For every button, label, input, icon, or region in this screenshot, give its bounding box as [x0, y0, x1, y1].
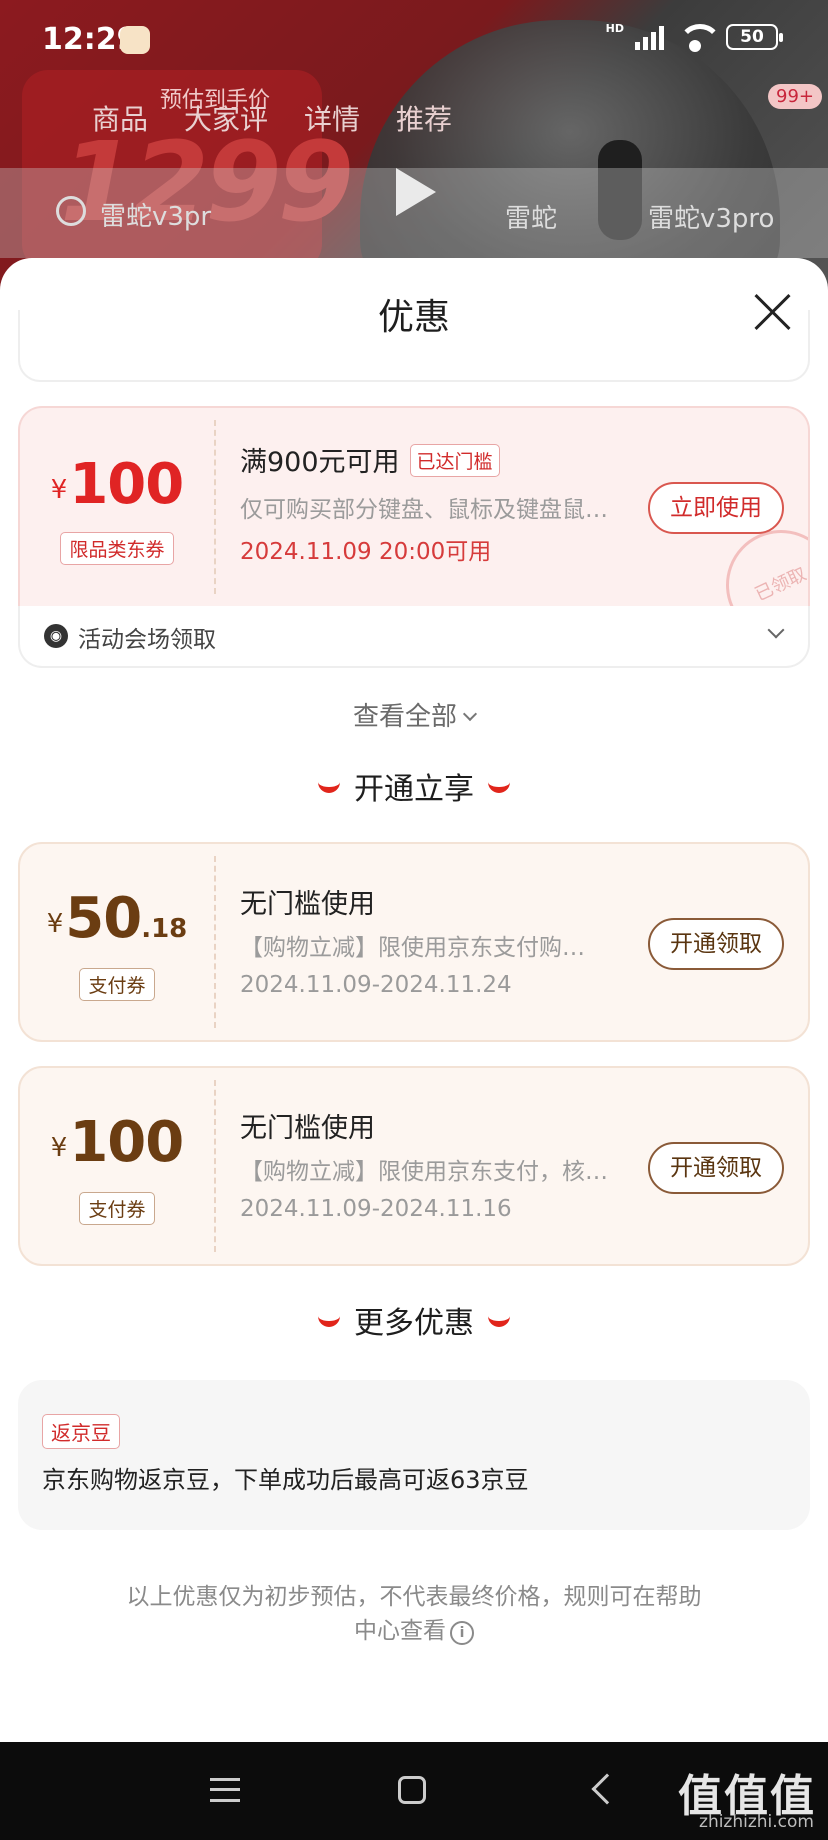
threshold-reached-tag: 已达门槛 — [409, 444, 500, 477]
previous-coupon-card-edge — [18, 310, 810, 382]
coupon-title: 满900元可用 — [240, 447, 400, 478]
smile-icon — [318, 1315, 340, 1327]
jingdou-rebate-card: 返京豆 京东购物返京豆，下单成功后最高可返63京豆 — [18, 1380, 810, 1530]
currency-symbol: ¥ — [46, 908, 64, 939]
use-now-button[interactable]: 立即使用 — [648, 482, 784, 534]
coupon-footer[interactable]: ◉ 活动会场领取 — [18, 606, 810, 668]
coupon-divider — [214, 856, 216, 1028]
coupon-divider — [214, 420, 216, 594]
coupon-amount: ¥100 — [20, 1110, 214, 1175]
section-open-header: 开通立享 — [0, 764, 828, 808]
payment-coupon-card: ¥100 支付券 无门槛使用 【购物立减】限使用京东支付，核销时使用 2024.… — [18, 1066, 810, 1266]
tab-details: 详情 — [304, 103, 361, 136]
coupon-type-tag: 限品类东券 — [60, 532, 174, 565]
disclaimer-notice: 以上优惠仅为初步预估，不代表最终价格，规则可在帮助 中心查看 i — [90, 1580, 738, 1648]
disclaimer-line: 以上优惠仅为初步预估，不代表最终价格，规则可在帮助 — [126, 1584, 702, 1610]
menu-icon[interactable] — [210, 1778, 240, 1802]
coupon-divider — [214, 1080, 216, 1252]
disclaimer-line: 中心查看 — [354, 1618, 446, 1644]
smile-icon — [318, 781, 340, 793]
section-title: 更多优惠 — [354, 1306, 474, 1341]
search-chip: 雷蛇 — [505, 204, 558, 234]
back-icon[interactable] — [591, 1773, 623, 1805]
section-more-header: 更多优惠 — [0, 1298, 828, 1342]
coupon-title: 无门槛使用 — [240, 889, 375, 920]
coupon-value: 100 — [69, 452, 184, 517]
activate-claim-button[interactable]: 开通领取 — [648, 1142, 784, 1194]
coupon-type-tag: 支付券 — [79, 1192, 155, 1225]
rebate-text: 京东购物返京豆，下单成功后最高可返63京豆 — [42, 1466, 529, 1494]
signal-icon — [635, 24, 664, 50]
view-all-label: 查看全部 — [352, 702, 457, 732]
coupon-footer-text: 活动会场领取 — [78, 627, 216, 653]
system-nav-bar: 值值值 zhizhizhi.com — [0, 1742, 828, 1840]
coupon-type-tag: 支付券 — [79, 968, 155, 1001]
play-icon — [396, 168, 436, 216]
tab-reviews: 大家评 — [184, 103, 269, 136]
watermark-url: zhizhizhi.com — [699, 1812, 814, 1832]
app-notification-icon — [120, 26, 150, 54]
chevron-down-icon — [462, 706, 478, 722]
currency-symbol: ¥ — [50, 474, 68, 505]
battery-icon: 50 — [726, 24, 783, 50]
activate-claim-button[interactable]: 开通领取 — [648, 918, 784, 970]
coupon-date: 2024.11.09-2024.11.24 — [240, 972, 512, 998]
view-all-link[interactable]: 查看全部 — [0, 696, 828, 733]
coupon-date: 2024.11.09 20:00可用 — [240, 539, 492, 565]
smile-icon — [488, 781, 510, 793]
tab-recommend: 推荐 — [396, 103, 453, 136]
search-icon — [56, 196, 86, 226]
coupon-card: ¥100 限品类东券 满900元可用已达门槛 仅可购买部分键盘、鼠标及键盘鼠标套… — [18, 406, 810, 606]
rebate-tag: 返京豆 — [42, 1414, 120, 1449]
promotions-sheet: 优惠 ¥100 限品类东券 满900元可用 已达门槛 仅可购买部分键盘、鼠标及键盘… — [0, 258, 828, 1742]
coupon-value-decimal: .18 — [141, 914, 188, 944]
tab-product: 商品 — [92, 103, 149, 136]
status-bar: 12:29 HD 50 — [0, 0, 828, 80]
currency-symbol: ¥ — [50, 1132, 68, 1163]
message-badge: 99+ — [768, 84, 822, 109]
search-text: 雷蛇v3pr — [100, 202, 212, 232]
product-tabs: 商品 大家评 详情 推荐 — [92, 98, 452, 138]
info-icon[interactable]: i — [450, 1621, 474, 1645]
chevron-down-icon[interactable] — [767, 621, 785, 639]
wifi-icon — [678, 24, 722, 52]
coupon-description: 【购物立减】限使用京东支付，核销时使用 — [240, 1159, 620, 1185]
home-icon[interactable] — [398, 1776, 426, 1804]
coupon-value: 100 — [69, 1110, 184, 1175]
coupon-date: 2024.11.09-2024.11.16 — [240, 1196, 512, 1222]
network-type: HD — [605, 22, 624, 35]
coupon-amount: ¥50.18 — [20, 886, 214, 951]
smile-icon — [488, 1315, 510, 1327]
venue-icon: ◉ — [44, 624, 68, 648]
section-title: 开通立享 — [354, 772, 474, 807]
coupon-value: 50 — [65, 886, 142, 951]
coupon-amount: ¥100 — [20, 452, 214, 517]
search-chip: 雷蛇v3pro — [648, 204, 775, 234]
coupon-title: 无门槛使用 — [240, 1113, 375, 1144]
coupon-description: 仅可购买部分键盘、鼠标及键盘鼠标套装 — [240, 497, 610, 523]
coupon-description: 【购物立减】限使用京东支付购物时使用 — [240, 935, 600, 961]
payment-coupon-card: ¥50.18 支付券 无门槛使用 【购物立减】限使用京东支付购物时使用 2024… — [18, 842, 810, 1042]
